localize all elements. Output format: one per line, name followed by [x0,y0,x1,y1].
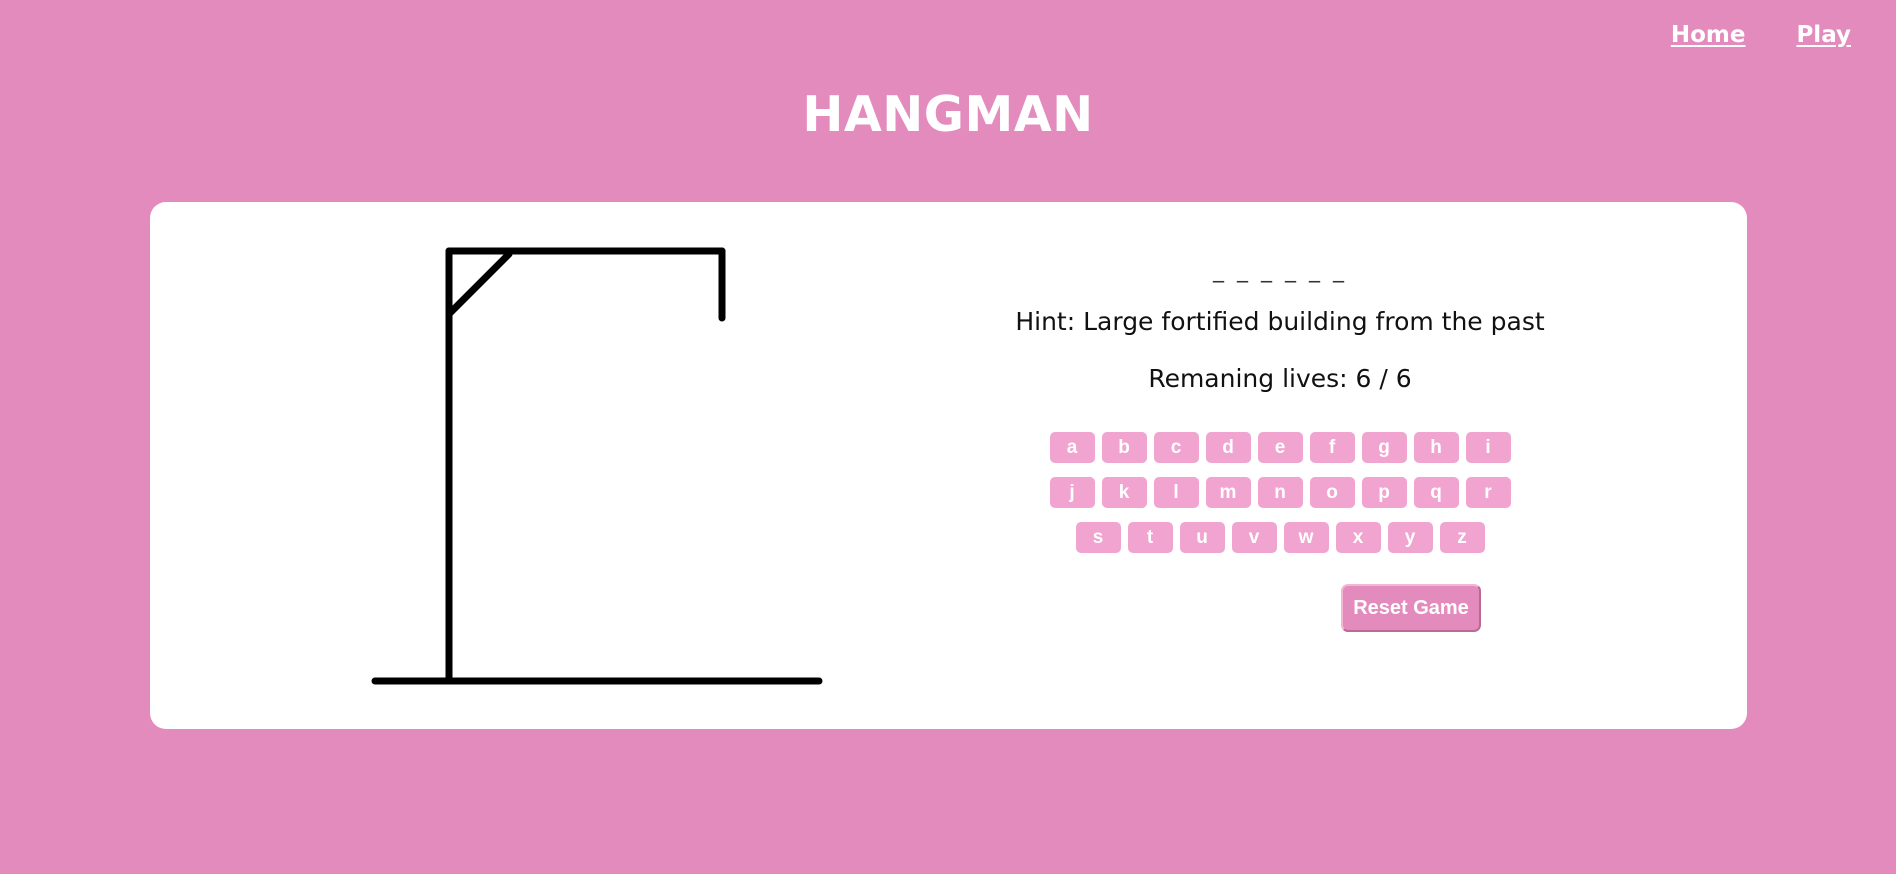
letter-key-z[interactable]: z [1439,522,1485,553]
letter-key-y[interactable]: y [1387,522,1433,553]
letter-key-b[interactable]: b [1101,432,1147,463]
letter-key-f[interactable]: f [1309,432,1355,463]
hint-text: Hint: Large fortified building from the … [1015,307,1545,336]
letter-key-a[interactable]: a [1049,432,1095,463]
nav-home-link[interactable]: Home [1671,22,1746,48]
letter-key-d[interactable]: d [1205,432,1251,463]
letter-key-g[interactable]: g [1361,432,1407,463]
reset-game-button[interactable]: Reset Game [1341,584,1481,632]
letter-key-l[interactable]: l [1153,477,1199,508]
keyboard-row: a b c d e f g h i [1000,432,1560,463]
letter-key-r[interactable]: r [1465,477,1511,508]
letter-key-i[interactable]: i [1465,432,1511,463]
lives-counter: Remaning lives: 6 / 6 [1148,364,1412,393]
gallows-brace [445,250,513,318]
letter-key-w[interactable]: w [1283,522,1329,553]
nav-play-link[interactable]: Play [1796,22,1851,48]
page-title: HANGMAN [802,86,1094,143]
letter-key-o[interactable]: o [1309,477,1355,508]
letter-key-q[interactable]: q [1413,477,1459,508]
letter-key-p[interactable]: p [1361,477,1407,508]
word-blanks: _ _ _ _ _ _ [1213,258,1347,283]
letter-key-t[interactable]: t [1127,522,1173,553]
keyboard-row: s t u v w x y z [1000,522,1560,553]
game-card: _ _ _ _ _ _ Hint: Large fortified buildi… [150,202,1747,729]
top-nav: Home Play [1671,22,1851,48]
letter-keyboard: a b c d e f g h i j k l m n o p q r s t … [1000,432,1560,567]
letter-key-v[interactable]: v [1231,522,1277,553]
letter-key-x[interactable]: x [1335,522,1381,553]
letter-key-j[interactable]: j [1049,477,1095,508]
letter-key-e[interactable]: e [1257,432,1303,463]
hangman-drawing [371,247,823,685]
letter-key-h[interactable]: h [1413,432,1459,463]
letter-key-n[interactable]: n [1257,477,1303,508]
letter-key-k[interactable]: k [1101,477,1147,508]
letter-key-s[interactable]: s [1075,522,1121,553]
letter-key-u[interactable]: u [1179,522,1225,553]
letter-key-c[interactable]: c [1153,432,1199,463]
letter-key-m[interactable]: m [1205,477,1251,508]
keyboard-row: j k l m n o p q r [1000,477,1560,508]
